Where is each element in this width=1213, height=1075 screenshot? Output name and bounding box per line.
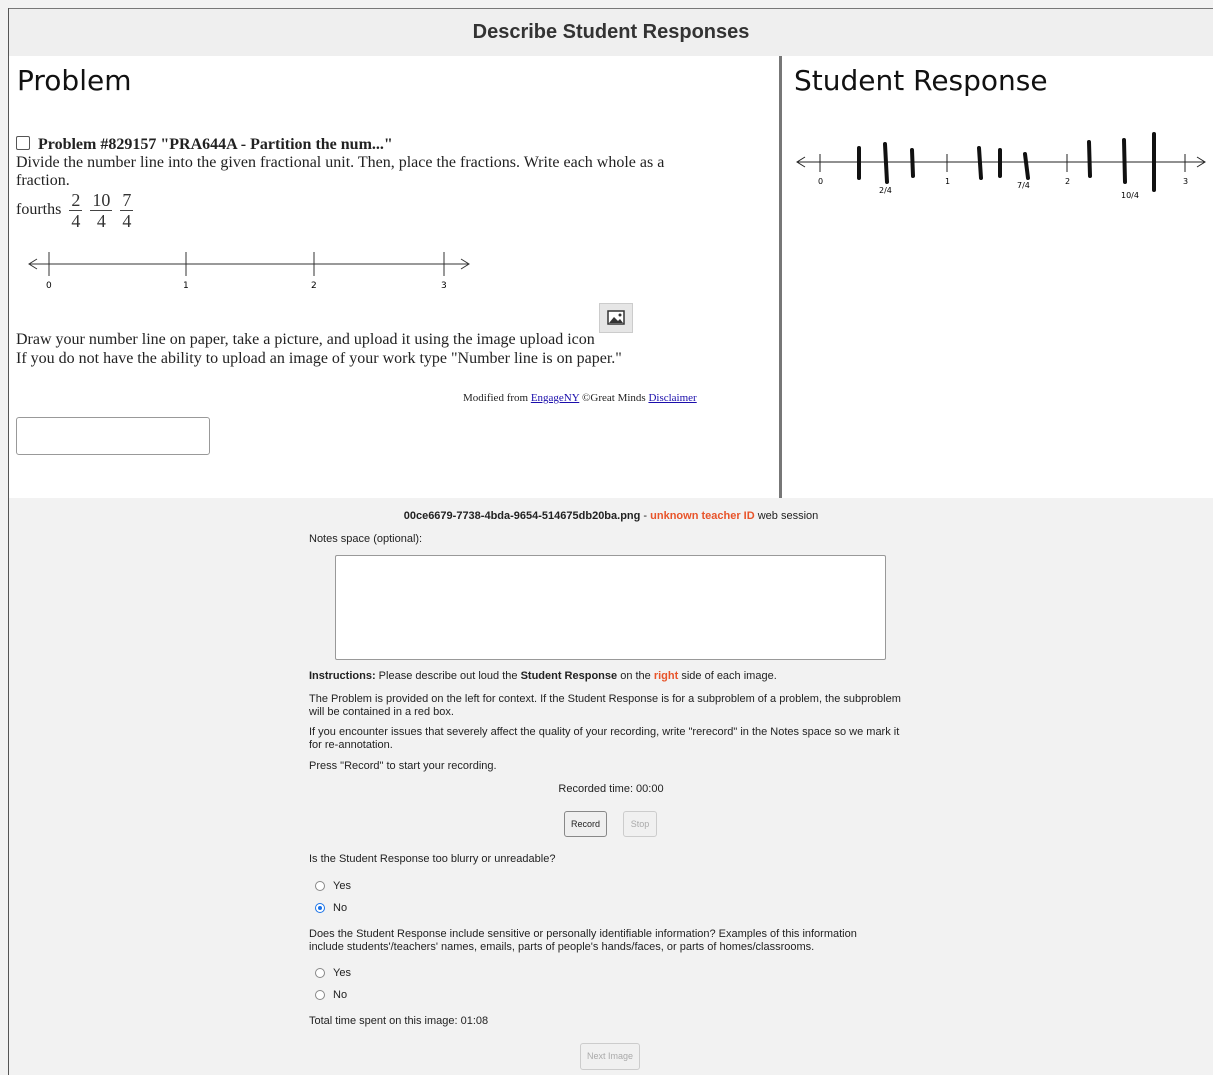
- page-header: Describe Student Responses: [9, 9, 1213, 56]
- problem-heading-row: Problem #829157 "PRA644A - Partition the…: [16, 136, 393, 154]
- session-filename: 00ce6679-7738-4bda-9654-514675db20ba.png: [403, 510, 641, 522]
- notes-textarea[interactable]: [335, 555, 886, 660]
- tick-label: 3: [441, 281, 447, 291]
- whole-label: 0: [818, 177, 823, 186]
- pii-yes-label: Yes: [333, 967, 351, 979]
- next-image-button[interactable]: Next Image: [580, 1043, 640, 1070]
- annotation-form: 00ce6679-7738-4bda-9654-514675db20ba.png…: [9, 498, 1213, 1075]
- upload-text: Draw your number line on paper, take a p…: [16, 331, 595, 348]
- fraction: 74: [120, 190, 134, 231]
- fraction-list: fourths 24 10 4 74: [16, 190, 134, 231]
- problem-title: Problem: [17, 64, 132, 97]
- student-number-line: 0 1 2 3 2/4 7/4 10/4: [796, 132, 1206, 200]
- problem-number-line: 0 1 2 3: [28, 252, 470, 291]
- problem-heading: Problem #829157 "PRA644A - Partition the…: [38, 136, 393, 153]
- pii-no-label: No: [333, 989, 348, 1001]
- problem-instructions: Divide the number line into the given fr…: [16, 154, 665, 189]
- fraction-label: 7/4: [1017, 181, 1030, 190]
- blurry-yes-label: Yes: [333, 880, 351, 892]
- fraction: 24: [69, 190, 83, 231]
- panel-divider: [779, 56, 782, 498]
- recorded-time: Recorded time: 00:00: [558, 783, 664, 795]
- disclaimer-link[interactable]: Disclaimer: [648, 392, 696, 404]
- total-time: Total time spent on this image: 01:08: [309, 1015, 489, 1027]
- instructions-line-1: Instructions: Please describe out loud t…: [309, 670, 777, 682]
- paper-text: If you do not have the ability to upload…: [16, 350, 622, 367]
- blurry-no-label: No: [333, 902, 348, 914]
- tick-label: 1: [183, 281, 189, 291]
- instructions-line-3: If you encounter issues that severely af…: [309, 726, 900, 751]
- teacher-id: unknown teacher ID: [650, 510, 755, 522]
- pii-question: Does the Student Response include sensit…: [309, 928, 857, 953]
- instructions-line-2: The Problem is provided on the left for …: [309, 693, 901, 718]
- answer-input[interactable]: [16, 417, 210, 455]
- instructions-line-4: Press "Record" to start your recording.: [309, 760, 497, 772]
- fraction-label: 10/4: [1121, 191, 1139, 200]
- image-panels: Problem Problem #829157 "PRA644A - Parti…: [9, 56, 1213, 498]
- student-response-title: Student Response: [794, 64, 1048, 97]
- whole-label: 3: [1183, 177, 1188, 186]
- image-upload-icon[interactable]: [598, 303, 633, 333]
- record-button[interactable]: Record: [564, 811, 607, 837]
- unit-label: fourths: [16, 201, 62, 219]
- tick-label: 2: [311, 281, 317, 291]
- tick-label: 0: [46, 281, 52, 291]
- blurry-no-radio[interactable]: [315, 903, 325, 913]
- session-info: 00ce6679-7738-4bda-9654-514675db20ba.png…: [403, 510, 819, 522]
- credit-line: Modified from EngageNY ©Great Minds Disc…: [463, 392, 697, 404]
- pii-yes-radio[interactable]: [315, 968, 325, 978]
- upload-instructions: Draw your number line on paper, take a p…: [16, 303, 736, 368]
- whole-label: 2: [1065, 177, 1070, 186]
- blurry-question: Is the Student Response too blurry or un…: [309, 853, 556, 865]
- pii-no-radio[interactable]: [315, 990, 325, 1000]
- blurry-yes-radio[interactable]: [315, 881, 325, 891]
- fraction-label: 2/4: [879, 186, 892, 195]
- whole-label: 1: [945, 177, 950, 186]
- problem-checkbox[interactable]: [16, 136, 30, 150]
- notes-label: Notes space (optional):: [309, 533, 423, 545]
- stop-button[interactable]: Stop: [623, 811, 657, 837]
- fraction: 10 4: [90, 190, 113, 231]
- page-title: Describe Student Responses: [472, 21, 750, 43]
- engageny-link[interactable]: EngageNY: [531, 392, 579, 404]
